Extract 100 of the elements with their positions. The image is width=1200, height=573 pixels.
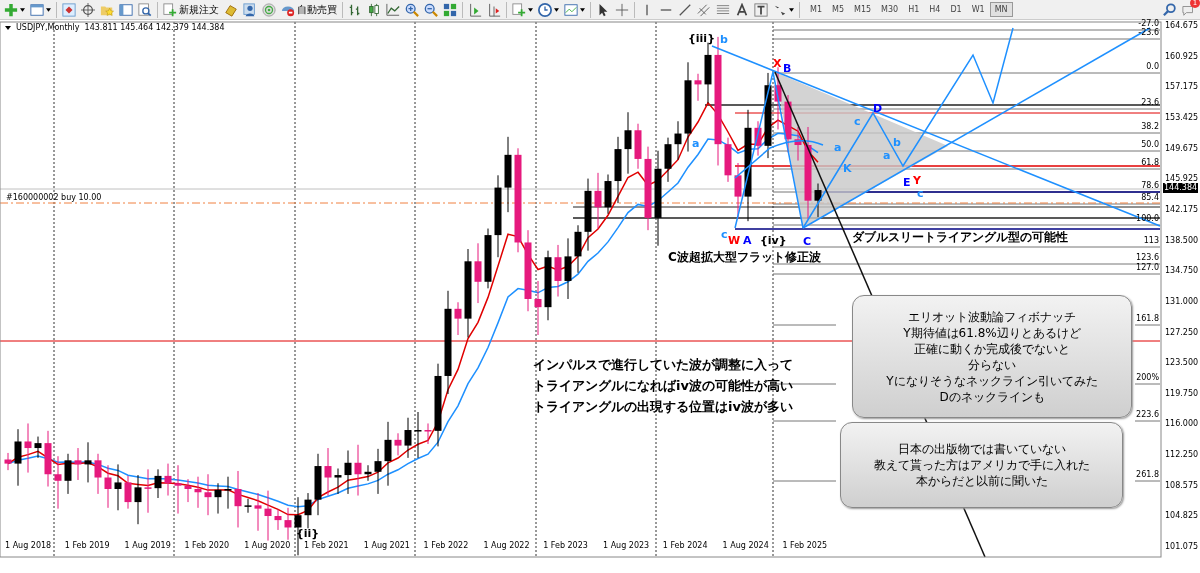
fibonacci-level-label: 161.8: [1136, 314, 1159, 324]
panel-icon[interactable]: [119, 2, 133, 17]
price-axis-label: 138.500: [1165, 235, 1199, 246]
price-axis-label: 145.925: [1165, 174, 1199, 184]
wave-label: {iii}: [688, 33, 715, 45]
callout-text: 日本の出版物では書いていない: [897, 441, 1066, 457]
clock-icon[interactable]: [538, 2, 552, 17]
trend-line-icon[interactable]: [678, 2, 692, 17]
chart-note: インパルスで進行していた波が調整に入って: [533, 356, 793, 374]
new-order-button[interactable]: 新規注文: [163, 2, 219, 17]
caret-icon[interactable]: [528, 7, 533, 12]
symbol-label: USDJPY,Monthly: [16, 23, 80, 32]
wave-label: b: [720, 34, 728, 46]
date-axis-label: 1 Feb 2022: [423, 541, 469, 550]
caret-icon[interactable]: [580, 7, 585, 12]
text-label-icon[interactable]: [754, 2, 768, 17]
price-axis-label: 134.750: [1165, 266, 1199, 277]
fibonacci-level-label: 78.6: [1141, 181, 1159, 191]
caret-icon[interactable]: [20, 7, 25, 12]
timeframe-button[interactable]: D1: [945, 2, 967, 17]
callout-text: 本からだと以前に聞いた: [915, 473, 1048, 489]
price-axis-label: 123.500: [1165, 358, 1199, 369]
tile-windows-icon[interactable]: [443, 2, 457, 17]
zoom-out-icon[interactable]: [424, 2, 438, 17]
person-icon[interactable]: [243, 2, 257, 17]
current-price-label: 144.384: [1163, 183, 1199, 193]
fibonacci-level-label: 85.4: [1141, 193, 1159, 203]
callout-text: 正確に動くか完成後でないと: [914, 340, 1070, 357]
search-icon[interactable]: [1163, 2, 1177, 17]
price-axis-label: 153.425: [1165, 112, 1199, 123]
wave-label: {ii}: [296, 528, 320, 540]
fibonacci-level-label: 61.8: [1141, 158, 1159, 168]
wave-label: B: [783, 63, 792, 75]
caret-icon[interactable]: [46, 7, 51, 12]
magnifier-document-icon[interactable]: [138, 2, 152, 17]
ohlc-values: 143.811 145.464 142.379 144.384: [84, 23, 225, 32]
callout-text: Yになりそうなネックライン引いてみた: [886, 372, 1098, 389]
zoom-in-icon[interactable]: [405, 2, 419, 17]
price-axis-label: 112.250: [1165, 450, 1199, 461]
wave-label: E: [903, 177, 911, 189]
date-axis-label: 1 Aug 2019: [124, 541, 171, 550]
fibonacci-level-line: [772, 420, 837, 422]
timeframe-button[interactable]: W1: [966, 2, 990, 17]
fibonacci-level-line: [1134, 383, 1161, 385]
callout-text: 分らない: [968, 356, 1016, 373]
order-label: #160000002 buy 10.00: [6, 193, 102, 202]
date-axis-label: 1 Aug 2021: [363, 541, 410, 550]
timeframe-button[interactable]: M5: [827, 2, 849, 17]
candlestick-icon[interactable]: [367, 2, 381, 17]
caret-icon[interactable]: [554, 7, 559, 12]
chart-shift-icon[interactable]: [468, 2, 482, 17]
timeframe-button[interactable]: M1: [805, 2, 827, 17]
callout-text: エリオット波動論フィボナッチ: [908, 308, 1076, 325]
date-axis-label: 1 Feb 2019: [64, 541, 110, 550]
signal-icon[interactable]: [262, 2, 276, 17]
fibonacci-level-label: 200%: [1136, 373, 1159, 383]
price-axis-label: 127.250: [1165, 327, 1199, 338]
text-tool-icon[interactable]: [735, 2, 749, 17]
fibonacci-level-label: 113: [1143, 236, 1159, 246]
fibonacci-level-line: [772, 480, 837, 482]
wave-label: c: [721, 229, 728, 241]
price-axis-label: 119.750: [1165, 388, 1199, 399]
document-plus-icon: [163, 2, 177, 17]
fibonacci-level-label: 123.6: [1136, 253, 1159, 263]
callout-text: Dのネックラインも: [939, 388, 1045, 405]
timeframe-button[interactable]: M30: [876, 2, 904, 17]
fibonacci-level-line: [1134, 420, 1161, 422]
fibonacci-level-label: 223.6: [1136, 410, 1159, 420]
timeframe-button[interactable]: M15: [849, 2, 877, 17]
crosshair-icon[interactable]: [81, 2, 95, 17]
fibonacci-level-label: 0.0: [1146, 62, 1159, 72]
fibonacci-level-label: 261.8: [1136, 470, 1159, 480]
wave-label: W: [728, 235, 741, 247]
date-axis-label: 1 Feb 2025: [782, 541, 828, 550]
price-axis-label: 131.000: [1165, 296, 1199, 307]
date-axis-label: 1 Feb 2024: [662, 541, 708, 550]
ingot-icon[interactable]: [224, 2, 238, 17]
chart-note: トライアングルの出現する位置はiv波が多い: [533, 398, 793, 416]
wave-label: a: [834, 142, 842, 154]
date-axis-label: 1 Feb 2020: [184, 541, 230, 550]
wave-label: K: [843, 163, 852, 175]
caret-icon[interactable]: [789, 7, 794, 12]
timeframe-button[interactable]: H1: [903, 2, 925, 17]
fibonacci-level-line: [1134, 324, 1161, 326]
wave-label: {iv}: [760, 235, 787, 247]
fibonacci-level-line: [772, 324, 837, 326]
auto-scroll-icon[interactable]: [487, 2, 501, 17]
fibonacci-level-label: 127.0: [1136, 263, 1159, 273]
wave-label: X: [773, 58, 782, 70]
fibonacci-level-line: [1134, 480, 1161, 482]
dropdown-triangle-icon[interactable]: [5, 25, 11, 30]
timeframe-button[interactable]: MN: [989, 2, 1013, 17]
bar-chart-icon[interactable]: [348, 2, 362, 17]
timeframe-button[interactable]: H4: [924, 2, 946, 17]
price-axis-label: 149.675: [1165, 143, 1199, 154]
line-chart-icon[interactable]: [386, 2, 400, 17]
fibonacci-level-label: 50.0: [1141, 140, 1159, 150]
fibonacci-icon[interactable]: [716, 2, 730, 17]
auto-trading-button[interactable]: 自動売買: [281, 2, 337, 17]
price-axis-label: 142.175: [1165, 204, 1199, 215]
